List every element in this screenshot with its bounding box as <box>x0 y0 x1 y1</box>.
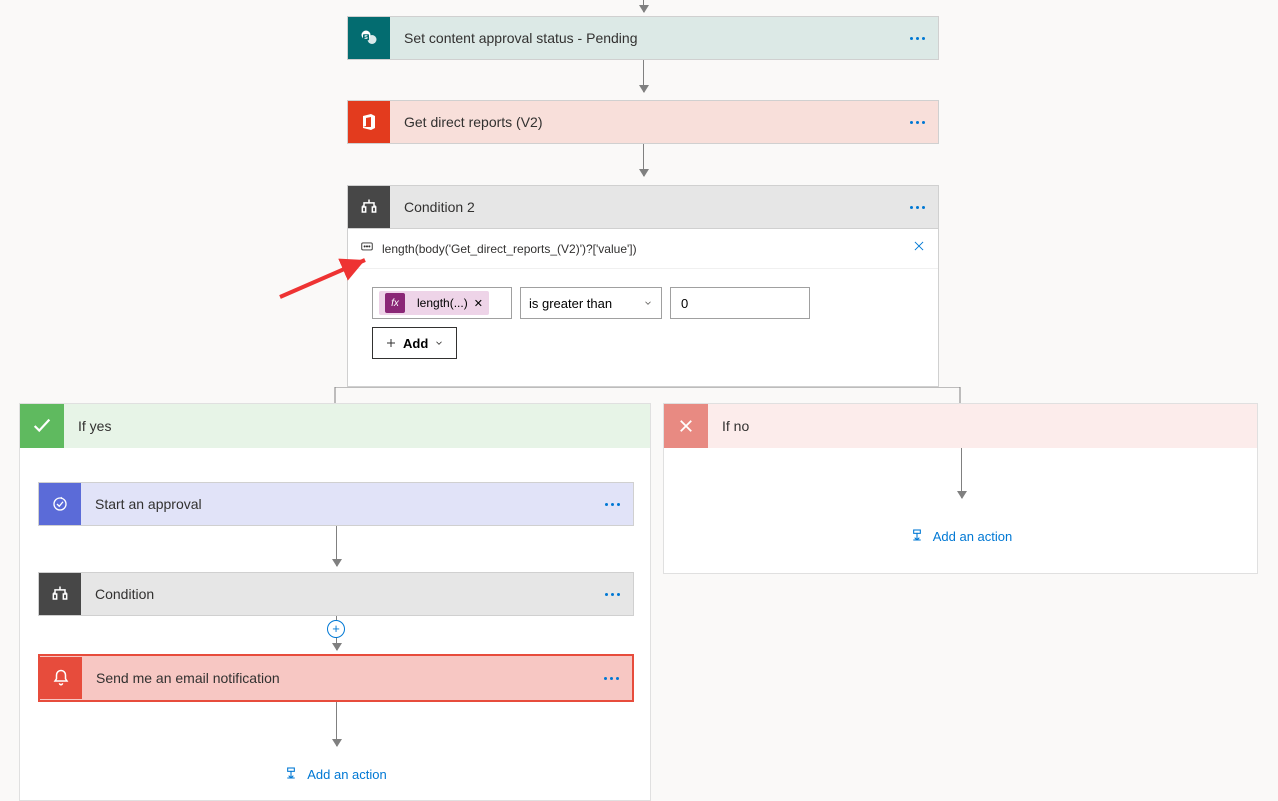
action-get-direct-reports[interactable]: Get direct reports (V2) <box>347 100 939 144</box>
branch-no-header[interactable]: If no <box>664 404 1257 448</box>
card-title: Start an approval <box>81 496 591 512</box>
condition-icon <box>348 186 390 228</box>
condition-operator-select[interactable]: is greater than <box>520 287 662 319</box>
remove-token-button[interactable]: ✕ <box>474 297 483 310</box>
close-peek-button[interactable] <box>912 239 926 258</box>
office-icon <box>348 101 390 143</box>
more-menu[interactable] <box>590 656 632 700</box>
card-title: Send me an email notification <box>82 670 590 686</box>
action-start-approval[interactable]: Start an approval <box>38 482 634 526</box>
more-menu[interactable] <box>896 101 938 143</box>
x-icon <box>664 404 708 448</box>
fx-icon: fx <box>385 293 405 313</box>
add-action-link[interactable]: Add an action <box>664 528 1257 544</box>
more-menu[interactable] <box>591 483 633 525</box>
approval-icon <box>39 483 81 525</box>
add-action-link[interactable]: Add an action <box>20 766 650 782</box>
condition-icon <box>39 573 81 615</box>
action-condition[interactable]: Condition <box>38 572 634 616</box>
branch-yes-header[interactable]: If yes <box>20 404 650 448</box>
card-title: Get direct reports (V2) <box>390 114 896 130</box>
action-sharepoint-set-approval[interactable]: S Set content approval status - Pending <box>347 16 939 60</box>
add-condition-button[interactable]: Add <box>372 327 457 359</box>
more-menu[interactable] <box>896 17 938 59</box>
card-title: Condition <box>81 586 591 602</box>
check-icon <box>20 404 64 448</box>
card-title: Set content approval status - Pending <box>390 30 896 46</box>
branch-yes: If yes Start an approval Condition <box>19 403 651 801</box>
sharepoint-icon: S <box>348 17 390 59</box>
condition-value-input[interactable]: 0 <box>670 287 810 319</box>
peek-expression: length(body('Get_direct_reports_(V2)')?[… <box>382 242 912 256</box>
action-send-email-notification[interactable]: Send me an email notification <box>38 654 634 702</box>
more-menu[interactable] <box>896 186 938 228</box>
insert-step-button[interactable]: + <box>327 620 345 638</box>
card-title: Condition 2 <box>390 199 896 215</box>
fx-label: length(...) <box>417 296 468 310</box>
branch-no: If no Add an action <box>663 403 1258 574</box>
condition2-card[interactable]: Condition 2 <box>347 185 939 229</box>
svg-text:S: S <box>364 35 368 41</box>
condition2-body: length(body('Get_direct_reports_(V2)')?[… <box>347 229 939 387</box>
condition-left-operand[interactable]: fx length(...) ✕ <box>372 287 512 319</box>
annotation-arrow <box>275 252 375 302</box>
more-menu[interactable] <box>591 573 633 615</box>
bell-icon <box>40 657 82 699</box>
